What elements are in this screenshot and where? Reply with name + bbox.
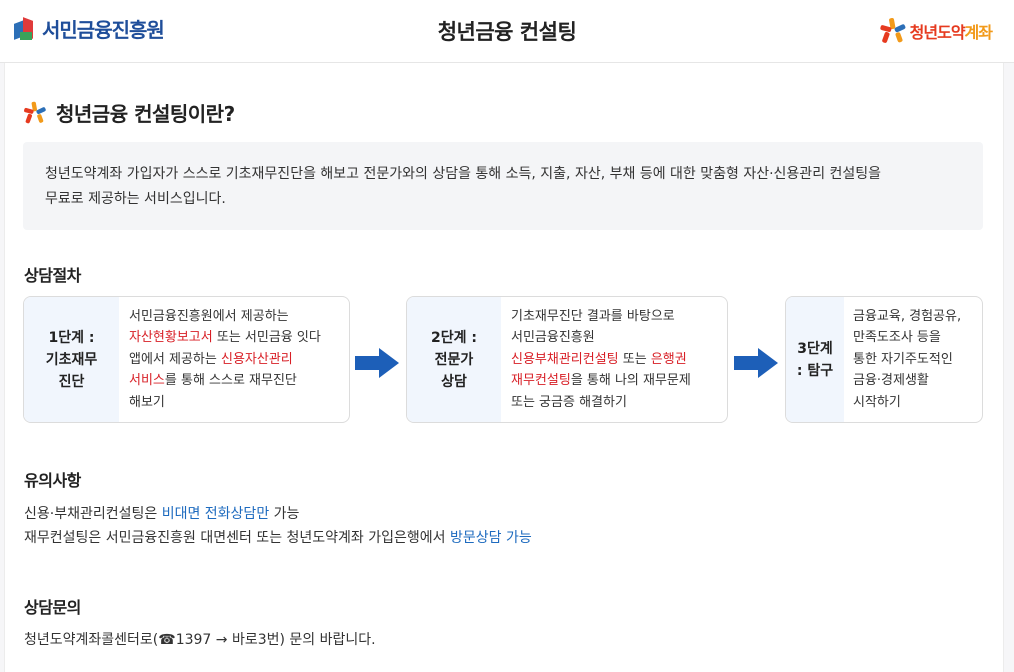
- step-2-body-line: 또는 궁금증 해결하기: [511, 394, 627, 410]
- step-1-body-line: 서민금융진흥원에서 제공하는: [129, 308, 289, 324]
- note-highlight: 방문상담 가능: [449, 530, 532, 546]
- step-2-body-line: 서민금융진흥원: [511, 330, 595, 346]
- step-1-head-line: 진단: [58, 373, 85, 390]
- step-2-head-line: 전문가: [434, 351, 474, 368]
- step-1-body: 서민금융진흥원에서 제공하는 자산현황보고서 또는 서민금융 잇다 앱에서 제공…: [119, 297, 349, 422]
- step-2-body-line: 신용부채관리컨설팅 또는 은행권: [511, 351, 687, 367]
- step-2-card: 2단계 : 전문가 상담 기초재무진단 결과를 바탕으로 서민금융진흥원 신용부…: [406, 296, 728, 423]
- step-2-head-line: 상담: [441, 373, 467, 390]
- step-1-card: 1단계 : 기초재무 진단 서민금융진흥원에서 제공하는 자산현황보고서 또는 …: [23, 296, 350, 423]
- step-1-highlight: 신용자산관리: [221, 351, 293, 367]
- step-1-body-line: 자산현황보고서 또는 서민금융 잇다: [129, 330, 321, 346]
- page-title: 청년금융 컨설팅: [437, 20, 577, 44]
- step-1-body-line: 서비스를 통해 스스로 재무진단: [129, 373, 297, 389]
- contact-title: 상담문의: [24, 598, 81, 617]
- note-line-1: 신용·부채관리컨설팅은 비대면 전화상담만 가능: [24, 506, 300, 522]
- intro-description: 청년도약계좌 가입자가 스스로 기초재무진단을 해보고 전문가와의 상담을 통해…: [23, 142, 983, 230]
- arrow-right-icon: [355, 348, 399, 378]
- step-2-highlight: 은행권: [650, 351, 687, 367]
- intro-line-2: 무료로 제공하는 서비스입니다.: [45, 191, 226, 207]
- note-highlight: 비대면 전화상담만: [161, 506, 270, 522]
- step-1-body-line: 해보기: [129, 394, 165, 410]
- step-3-head-line: : 탐구: [796, 362, 834, 379]
- step-1-head-line: 기초재무: [45, 351, 98, 368]
- step-1-highlight: 서비스: [129, 373, 165, 389]
- step-1-head: 1단계 : 기초재무 진단: [24, 297, 119, 422]
- intro-title: 청년금융 컨설팅이란?: [22, 98, 235, 127]
- notes-title: 유의사항: [24, 471, 81, 490]
- notes-body: 신용·부채관리컨설팅은 비대면 전화상담만 가능 재무컨설팅은 서민금융진흥원 …: [24, 502, 532, 550]
- step-3-body-line: 만족도조사 등을: [853, 330, 941, 346]
- contact-text: 청년도약계좌콜센터로(☎1397 → 바로3번) 문의 바랍니다.: [24, 632, 376, 648]
- top-bar: 서민금융진흥원 청년금융 컨설팅 청년도약계좌: [0, 0, 1014, 63]
- step-3-body-line: 금융·경제생활: [853, 373, 929, 389]
- step-2-body-line: 기초재무진단 결과를 바탕으로: [511, 308, 675, 324]
- step-3-head-line: 3단계: [797, 340, 833, 357]
- step-2-body-line: 재무컨설팅을 통해 나의 재무문제: [511, 373, 691, 389]
- youth-star-icon: [878, 16, 908, 46]
- intro-line-1: 청년도약계좌 가입자가 스스로 기초재무진단을 해보고 전문가와의 상담을 통해…: [45, 166, 882, 182]
- youth-account-logo-text: 청년도약계좌: [909, 23, 993, 42]
- intro-title-text: 청년금융 컨설팅이란?: [56, 102, 235, 126]
- arrow-right-icon: [734, 348, 778, 378]
- step-3-head: 3단계 : 탐구: [786, 297, 844, 422]
- step-3-body-line: 통한 자기주도적인: [853, 351, 953, 367]
- step-3-body-line: 시작하기: [853, 394, 901, 410]
- youth-account-logo[interactable]: 청년도약계좌: [878, 16, 993, 46]
- step-2-head-line: 2단계 :: [431, 329, 477, 346]
- step-2-head: 2단계 : 전문가 상담: [407, 297, 501, 422]
- procedure-title: 상담절차: [24, 266, 81, 285]
- step-1-highlight: 자산현황보고서: [129, 330, 213, 346]
- step-2-body: 기초재무진단 결과를 바탕으로 서민금융진흥원 신용부채관리컨설팅 또는 은행권…: [501, 297, 727, 422]
- step-2-highlight: 신용부채관리컨설팅: [511, 351, 619, 367]
- youth-star-icon: [22, 100, 48, 126]
- step-2-highlight: 재무컨설팅: [511, 373, 571, 389]
- step-1-body-line: 앱에서 제공하는 신용자산관리: [129, 351, 293, 367]
- step-3-body: 금융교육, 경험공유, 만족도조사 등을 통한 자기주도적인 금융·경제생활 시…: [844, 297, 982, 422]
- step-1-head-line: 1단계 :: [48, 329, 95, 346]
- step-3-card: 3단계 : 탐구 금융교육, 경험공유, 만족도조사 등을 통한 자기주도적인 …: [785, 296, 983, 423]
- step-3-body-line: 금융교육, 경험공유,: [853, 308, 962, 324]
- note-line-2: 재무컨설팅은 서민금융진흥원 대면센터 또는 청년도약계좌 가입은행에서 방문상…: [24, 530, 532, 546]
